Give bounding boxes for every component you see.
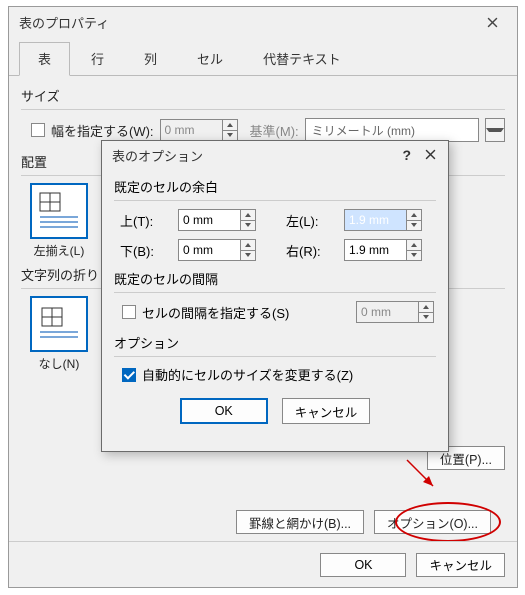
margins-group-label: 既定のセルの余白 [114, 177, 436, 196]
tab-strip: 表 行 列 セル 代替テキスト [9, 37, 517, 76]
tab-table[interactable]: 表 [19, 42, 70, 76]
options-group-label: オプション [114, 333, 436, 352]
bottom-label: 下(B): [120, 241, 170, 260]
wrap-none-item[interactable]: なし(N) [31, 297, 87, 372]
cancel-button[interactable]: キャンセル [416, 553, 505, 577]
width-checkbox[interactable] [31, 123, 45, 137]
help-button[interactable]: ? [402, 147, 411, 163]
spin-down[interactable] [406, 220, 422, 232]
child-title: 表のオプション [112, 146, 203, 165]
bottom-input[interactable] [178, 239, 240, 261]
child-titlebar: 表のオプション ? [102, 141, 448, 169]
tab-row[interactable]: 行 [72, 42, 123, 76]
unit-combo-value: ミリメートル (mm) [306, 122, 421, 139]
borders-button[interactable]: 罫線と網かけ(B)... [236, 510, 364, 534]
spin-up[interactable] [240, 239, 256, 250]
left-input[interactable] [344, 209, 406, 231]
spacing-group-label: 既定のセルの間隔 [114, 269, 436, 288]
tab-alttext[interactable]: 代替テキスト [244, 42, 360, 76]
options-button[interactable]: オプション(O)... [374, 510, 491, 534]
wrap-none-label: なし(N) [31, 355, 87, 372]
wrap-none-thumb[interactable] [31, 297, 87, 351]
spacing-input[interactable] [356, 301, 418, 323]
spacing-spinner[interactable] [356, 301, 434, 323]
spin-down[interactable] [240, 220, 256, 232]
top-spinner[interactable] [178, 209, 278, 231]
left-spinner[interactable] [344, 209, 444, 231]
align-left-label: 左揃え(L) [31, 242, 87, 259]
bottom-spinner[interactable] [178, 239, 278, 261]
group-size-label: サイズ [21, 86, 505, 105]
spacing-checkbox[interactable] [122, 305, 136, 319]
dialog-footer: OK キャンセル [9, 541, 517, 587]
child-ok-button[interactable]: OK [180, 398, 268, 424]
spin-up[interactable] [222, 119, 238, 130]
spacing-checkbox-label: セルの間隔を指定する(S) [142, 303, 289, 322]
divider [21, 109, 505, 110]
autosize-checkbox-label: 自動的にセルのサイズを変更する(Z) [142, 365, 353, 384]
right-input[interactable] [344, 239, 406, 261]
spin-up[interactable] [406, 209, 422, 220]
width-checkbox-label: 幅を指定する(W): [51, 121, 154, 140]
spin-down[interactable] [418, 312, 434, 324]
width-spinner[interactable] [160, 119, 238, 141]
align-left-thumb[interactable] [31, 184, 87, 238]
child-button-row: OK キャンセル [114, 398, 436, 424]
spin-down[interactable] [406, 250, 422, 262]
close-icon [487, 17, 498, 28]
unit-label: 基準(M): [250, 121, 299, 140]
right-spinner[interactable] [344, 239, 444, 261]
top-label: 上(T): [120, 211, 170, 230]
table-align-icon [38, 191, 80, 231]
titlebar: 表のプロパティ [9, 7, 517, 37]
child-cancel-button[interactable]: キャンセル [282, 398, 371, 424]
ok-button[interactable]: OK [320, 553, 406, 577]
divider [114, 356, 436, 357]
margins-grid: 上(T): 左(L): 下(B): 右(R): [120, 209, 434, 261]
divider [114, 200, 436, 201]
autosize-checkbox[interactable] [122, 368, 136, 382]
spin-down[interactable] [240, 250, 256, 262]
tab-cell[interactable]: セル [178, 42, 242, 76]
chevron-down-icon [486, 128, 504, 132]
spin-up[interactable] [406, 239, 422, 250]
right-label: 右(R): [286, 241, 336, 260]
child-body: 既定のセルの余白 上(T): 左(L): 下(B): 右(R): [102, 169, 448, 434]
close-icon [425, 149, 436, 160]
width-input[interactable] [160, 119, 222, 141]
spin-up[interactable] [240, 209, 256, 220]
table-wrap-icon [38, 304, 80, 344]
spin-up[interactable] [418, 301, 434, 312]
top-input[interactable] [178, 209, 240, 231]
align-left-item[interactable]: 左揃え(L) [31, 184, 87, 259]
table-options-dialog: 表のオプション ? 既定のセルの余白 上(T): 左(L): 下(B): [101, 140, 449, 452]
dialog-title: 表のプロパティ [19, 13, 109, 32]
divider [114, 292, 436, 293]
unit-combo[interactable]: ミリメートル (mm) [305, 118, 479, 142]
close-button[interactable] [473, 8, 511, 36]
tab-column[interactable]: 列 [125, 42, 176, 76]
child-close-button[interactable] [425, 148, 436, 163]
left-label: 左(L): [286, 211, 336, 230]
unit-combo-button[interactable] [485, 118, 505, 142]
